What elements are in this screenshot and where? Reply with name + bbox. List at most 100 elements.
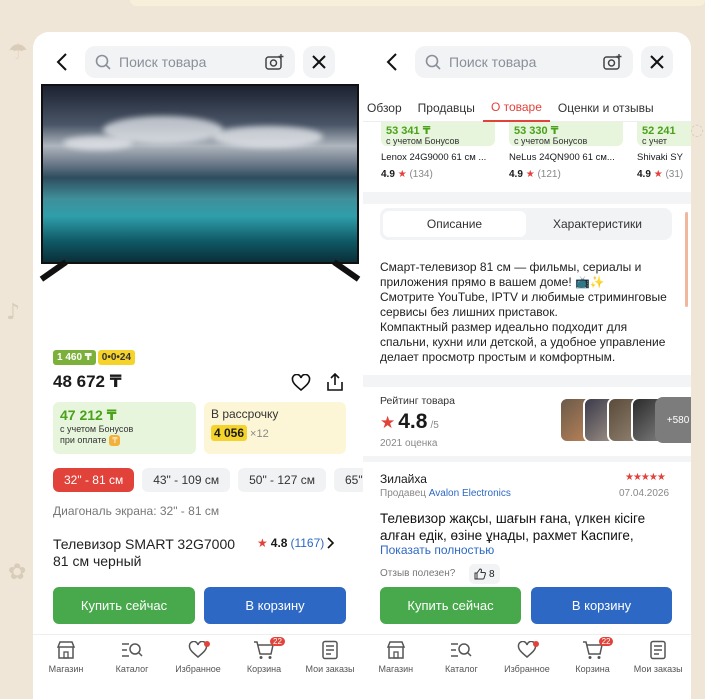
tab-about[interactable]: О товаре xyxy=(482,94,550,122)
review-count: (1167) xyxy=(290,536,325,550)
similar-rating: 4.9 xyxy=(381,169,395,180)
similar-rating: 4.9 xyxy=(637,169,651,180)
add-to-cart-button[interactable]: В корзину xyxy=(204,587,346,624)
search-icon xyxy=(425,54,441,70)
tab-overview[interactable]: Обзор xyxy=(363,94,410,122)
tab-sellers[interactable]: Продавцы xyxy=(410,94,483,122)
size-selector: 32" - 81 см 43" - 109 см 50" - 127 см 65… xyxy=(53,468,363,492)
search-placeholder: Поиск товара xyxy=(119,54,207,70)
size-option[interactable]: 50" - 127 см xyxy=(238,468,326,492)
camera-icon xyxy=(603,54,622,70)
bottom-nav: Магазин Каталог Избранное 22 Корзина Мои… xyxy=(33,634,363,684)
review-stars: ★★★★★ xyxy=(625,472,666,483)
size-option[interactable]: 43" - 109 см xyxy=(142,468,231,492)
review-text: Телевизор жақсы, шағын ғана, үлкен кісіг… xyxy=(380,511,646,543)
rating-value: 4.8 xyxy=(398,410,428,433)
orders-icon xyxy=(322,640,338,660)
nav-label: Каталог xyxy=(115,664,149,674)
share-button[interactable] xyxy=(325,372,345,392)
similar-product-card[interactable]: 53 330 ₸ с учетом Бонусов NeLus 24QN900 6… xyxy=(509,122,623,180)
nav-shop[interactable]: Магазин xyxy=(364,639,428,674)
action-buttons: Купить сейчас В корзину xyxy=(53,587,346,624)
rating-count: 2021 оценка xyxy=(380,438,438,449)
catalog-search-icon xyxy=(122,643,143,657)
chevron-left-icon xyxy=(56,53,67,71)
bonus-pay-icon: ₸ xyxy=(109,435,121,446)
show-more-link[interactable]: Показать полностью xyxy=(380,543,494,557)
review-author: Зилайха xyxy=(380,472,427,486)
buy-now-button[interactable]: Купить сейчас xyxy=(53,587,195,624)
star-icon: ★ xyxy=(257,536,268,550)
nav-favorites[interactable]: Избранное xyxy=(495,639,559,674)
more-photos-button[interactable]: +580 xyxy=(655,397,691,443)
similar-product-card[interactable]: 52 241 с учет Shivaki SY 4.9 ★ (31) xyxy=(637,122,691,180)
scrollbar[interactable] xyxy=(685,212,688,307)
cashback-badge: 1 460 ₸ xyxy=(53,350,96,365)
rating-scale: /5 xyxy=(430,420,439,431)
review-date: 07.04.2026 xyxy=(619,488,670,499)
background-doodle: ♪ xyxy=(6,300,21,325)
nav-orders[interactable]: Мои заказы xyxy=(626,639,690,674)
nav-cart[interactable]: 22 Корзина xyxy=(561,637,625,674)
add-to-cart-button[interactable]: В корзину xyxy=(531,587,672,624)
seller-link[interactable]: Avalon Electronics xyxy=(429,488,511,499)
product-details-panel: Поиск товара Обзор Продавцы О товаре Оце… xyxy=(363,32,691,699)
nav-label: Корзина xyxy=(575,664,610,674)
similar-product-card[interactable]: 53 341 ₸ с учетом Бонусов Lenox 24G9000 6… xyxy=(381,122,495,180)
nav-cart[interactable]: 22 Корзина xyxy=(232,637,296,674)
installment-title: В рассрочку xyxy=(211,407,279,421)
installment-box[interactable]: В рассрочку 4 056 ×12 xyxy=(204,402,346,454)
nav-label: Избранное xyxy=(504,664,550,674)
notification-dot xyxy=(204,641,210,647)
nav-shop[interactable]: Магазин xyxy=(34,639,98,674)
heart-icon xyxy=(291,374,311,392)
favorite-button[interactable] xyxy=(291,374,311,392)
close-button[interactable] xyxy=(303,46,335,78)
nav-orders[interactable]: Мои заказы xyxy=(298,639,362,674)
tab-reviews[interactable]: Оценки и отзывы xyxy=(550,94,662,122)
product-rating[interactable]: ★ 4.8 (1167) xyxy=(257,536,335,550)
product-image[interactable] xyxy=(39,84,361,290)
close-button[interactable] xyxy=(641,46,673,78)
shop-icon xyxy=(56,641,76,659)
screenshot-card: Поиск товара 1 460 ₸ 0•0•24 48 672 ₸ 47 … xyxy=(33,32,691,699)
back-button[interactable] xyxy=(377,47,407,77)
bonus-note: с учетом Бонусов xyxy=(60,424,134,434)
nav-catalog[interactable]: Каталог xyxy=(100,639,164,674)
nav-catalog[interactable]: Каталог xyxy=(429,639,493,674)
similar-count: (31) xyxy=(665,169,684,180)
buy-now-button[interactable]: Купить сейчас xyxy=(380,587,521,624)
bonus-note-pay: при оплате xyxy=(60,435,107,445)
orders-icon xyxy=(650,640,666,660)
top-strip xyxy=(130,0,705,6)
rating-summary: ★ 4.8 /5 xyxy=(380,410,439,434)
background-doodle: ☂ xyxy=(8,40,28,65)
close-icon xyxy=(312,55,326,69)
thumbs-up-icon xyxy=(474,568,486,580)
product-tabs: Обзор Продавцы О товаре Оценки и отзывы xyxy=(363,94,691,122)
helpful-question: Отзыв полезен? xyxy=(380,568,456,579)
product-title: Телевизор SMART 32G7000 81 см черный xyxy=(53,536,236,569)
rating-value: 4.8 xyxy=(270,536,288,550)
cart-count-badge: 22 xyxy=(598,637,614,646)
nav-label: Избранное xyxy=(175,664,221,674)
camera-icon xyxy=(265,54,284,70)
product-price: 48 672 ₸ xyxy=(53,372,122,391)
bonus-price-box[interactable]: 47 212 ₸ с учетом Бонусов при оплате ₸ xyxy=(53,402,196,454)
review-photos[interactable]: +580 xyxy=(559,397,691,443)
search-bar: Поиск товара xyxy=(377,46,673,78)
search-input[interactable]: Поиск товара xyxy=(415,46,633,78)
bonus-price: 47 212 ₸ xyxy=(60,407,117,423)
helpful-button[interactable]: 8 xyxy=(469,564,500,584)
size-option[interactable]: 32" - 81 см xyxy=(53,468,135,492)
back-button[interactable] xyxy=(47,47,77,77)
close-icon xyxy=(650,55,664,69)
similar-products: 53 341 ₸ с учетом Бонусов Lenox 24G9000 6… xyxy=(381,122,691,180)
similar-price: 52 241 xyxy=(642,125,676,137)
search-input[interactable]: Поиск товара xyxy=(85,46,295,78)
size-option[interactable]: 65" xyxy=(333,468,363,492)
background-doodle: ✿ xyxy=(8,560,27,585)
tab-description[interactable]: Описание xyxy=(383,211,526,237)
nav-favorites[interactable]: Избранное xyxy=(166,639,230,674)
tab-specs[interactable]: Характеристики xyxy=(526,211,669,237)
